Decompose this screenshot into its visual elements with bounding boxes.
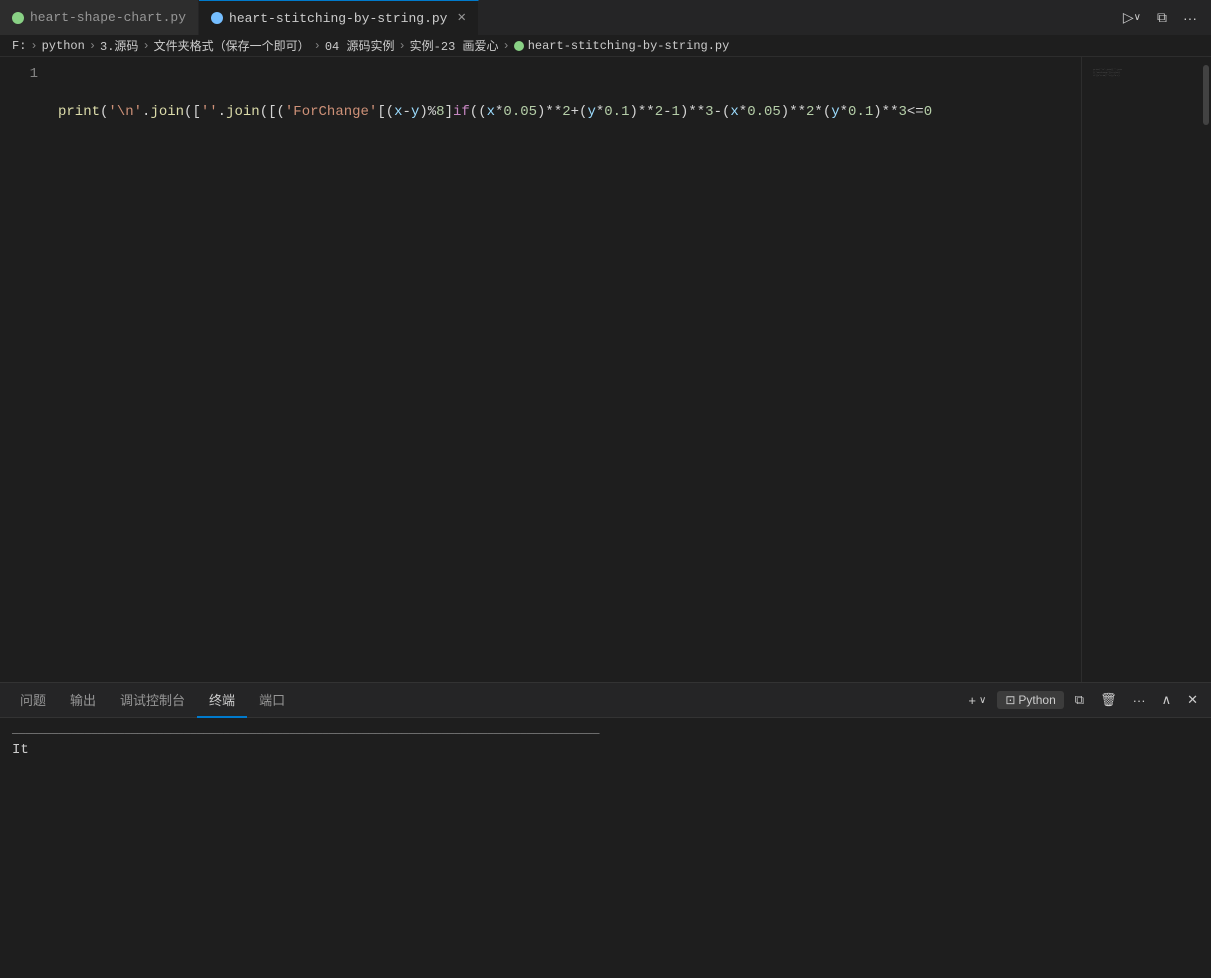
breadcrumb-sep-5: › — [398, 39, 405, 53]
terminal-shell-icon: ⊡ — [1005, 693, 1015, 707]
terminal-text: It — [12, 742, 29, 758]
panel-tab-debug-console[interactable]: 调试控制台 — [108, 683, 197, 718]
tab-bar-actions: ▷ ∨ ⧉ ··· — [1117, 5, 1211, 30]
breadcrumb-sources[interactable]: 3.源码 — [100, 37, 138, 54]
breadcrumb-python[interactable]: python — [42, 39, 85, 53]
terminal-separator: ────────────────────────────────────────… — [12, 729, 600, 741]
panel-more-icon: ··· — [1133, 693, 1146, 708]
chevron-up-icon: ∧ — [1162, 692, 1172, 708]
tab-close-button[interactable]: ✕ — [457, 11, 465, 25]
terminal-type-label: Python — [1018, 693, 1055, 707]
more-actions-button[interactable]: ··· — [1177, 6, 1203, 30]
file-icon-tab1 — [12, 12, 24, 24]
panel-tab-output[interactable]: 输出 — [58, 683, 108, 718]
breadcrumb-f[interactable]: F: — [12, 39, 26, 53]
panel-tab-problems[interactable]: 问题 — [8, 683, 58, 718]
breadcrumb: F: › python › 3.源码 › 文件夹格式（保存一个即可） › 04 … — [0, 35, 1211, 57]
minimap-content: print('\n'.join([''.join [('ForChange'[(… — [1082, 57, 1201, 88]
panel-tab-problems-label: 问题 — [20, 690, 46, 709]
breadcrumb-sep-6: › — [502, 39, 509, 53]
breadcrumb-sep-4: › — [314, 39, 321, 53]
split-icon: ⧉ — [1157, 9, 1167, 26]
breadcrumb-folder-format[interactable]: 文件夹格式（保存一个即可） — [154, 37, 310, 54]
tab-heart-stitching[interactable]: heart-stitching-by-string.py ✕ — [199, 0, 479, 35]
panel-tab-actions: + ∨ ⊡ Python ⧉ 🗑 ··· ∧ ✕ — [963, 689, 1203, 711]
code-line-1: print('\n'.join([''.join([('ForChange'[(… — [58, 103, 1081, 122]
panel-more-button[interactable]: ··· — [1128, 690, 1151, 711]
tab-label-2: heart-stitching-by-string.py — [229, 11, 447, 26]
run-button[interactable]: ▷ ∨ — [1117, 5, 1147, 30]
file-dot-icon — [514, 41, 524, 51]
panel-maximize-button[interactable]: ∧ — [1157, 689, 1177, 711]
file-icon-tab2 — [211, 12, 223, 24]
trash-icon: 🗑 — [1100, 692, 1117, 708]
run-icon: ▷ — [1123, 9, 1134, 26]
breadcrumb-examples[interactable]: 04 源码实例 — [325, 37, 395, 54]
panel-tab-terminal-label: 终端 — [209, 690, 235, 709]
line-number-1: 1 — [30, 66, 38, 82]
tab-bar: heart-shape-chart.py heart-stitching-by-… — [0, 0, 1211, 35]
panel-close-button[interactable]: ✕ — [1182, 689, 1203, 711]
panel-tab-terminal[interactable]: 终端 — [197, 683, 247, 718]
line-numbers: 1 — [0, 57, 50, 682]
panel-close-icon: ✕ — [1187, 692, 1198, 708]
add-chevron-icon: ∨ — [979, 695, 986, 706]
breadcrumb-file[interactable]: heart-stitching-by-string.py — [514, 39, 730, 53]
scrollbar-thumb[interactable] — [1203, 65, 1209, 125]
breadcrumb-sep-1: › — [30, 39, 37, 53]
minimap: print('\n'.join([''.join [('ForChange'[(… — [1081, 57, 1201, 682]
plus-icon: + — [968, 693, 976, 708]
tab-heart-shape-chart[interactable]: heart-shape-chart.py — [0, 0, 199, 35]
panel-tab-debug-label: 调试控制台 — [120, 690, 185, 709]
add-terminal-button[interactable]: + ∨ — [963, 690, 991, 711]
editor-scrollbar[interactable] — [1201, 57, 1211, 682]
terminal-content[interactable]: ────────────────────────────────────────… — [0, 718, 1211, 978]
panel-tab-ports-label: 端口 — [259, 690, 285, 709]
breadcrumb-sep-2: › — [89, 39, 96, 53]
breadcrumb-example-23[interactable]: 实例-23 画爱心 — [410, 37, 499, 54]
run-chevron-icon: ∨ — [1134, 12, 1141, 23]
panel-tab-ports[interactable]: 端口 — [247, 683, 297, 718]
split-terminal-icon: ⧉ — [1075, 692, 1084, 708]
breadcrumb-sep-3: › — [142, 39, 149, 53]
terminal-type-button[interactable]: ⊡ Python — [997, 691, 1063, 709]
more-icon: ··· — [1183, 10, 1197, 26]
split-terminal-button[interactable]: ⧉ — [1070, 689, 1089, 711]
kill-terminal-button[interactable]: 🗑 — [1095, 689, 1122, 711]
code-editor[interactable]: print('\n'.join([''.join([('ForChange'[(… — [50, 57, 1081, 682]
split-editor-button[interactable]: ⧉ — [1151, 5, 1173, 30]
panel-tab-output-label: 输出 — [70, 690, 96, 709]
tab-label-1: heart-shape-chart.py — [30, 10, 186, 25]
bottom-panel: 问题 输出 调试控制台 终端 端口 + ∨ ⊡ Python ⧉ — [0, 683, 1211, 978]
editor-area: 1 print('\n'.join([''.join([('ForChange'… — [0, 57, 1211, 682]
panel-tab-bar: 问题 输出 调试控制台 终端 端口 + ∨ ⊡ Python ⧉ — [0, 683, 1211, 718]
